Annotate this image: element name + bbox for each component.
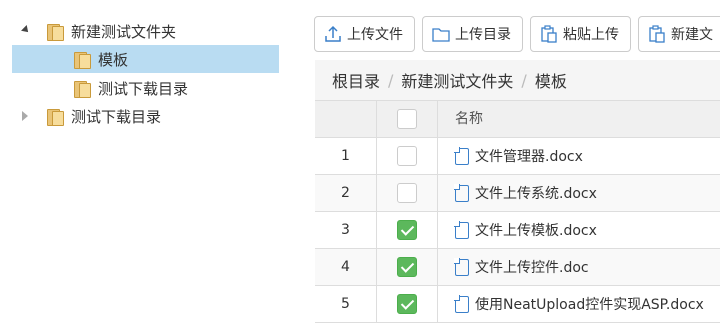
upload-dir-button[interactable]: 上传目录 [422,16,523,52]
breadcrumb-separator: / [521,70,527,90]
document-icon [454,294,469,313]
document-icon [454,257,469,276]
clipboard-icon [540,25,558,43]
upload-dir-label: 上传目录 [455,27,511,43]
breadcrumb-separator: / [388,70,394,90]
row-checkbox-checked[interactable] [397,257,417,277]
folder-icon [72,50,91,69]
select-all-checkbox[interactable] [397,109,417,129]
tree-node-label: 测试下载目录 [71,107,162,126]
breadcrumb-item-folder[interactable]: 新建测试文件夹 [401,68,513,92]
select-all-checkbox-cell [377,101,437,137]
file-name[interactable]: 文件上传控件.doc [475,257,589,277]
breadcrumb: 根目录 / 新建测试文件夹 / 模板 [315,60,720,100]
row-checkbox[interactable] [397,146,417,166]
row-checkbox-checked[interactable] [397,220,417,240]
tree-node-label: 新建测试文件夹 [71,22,177,41]
paste-upload-button[interactable]: 粘贴上传 [530,16,631,52]
folder-icon [45,107,64,126]
file-name[interactable]: 文件上传模板.docx [475,220,597,240]
tree-node-test-download-sub[interactable]: 测试下载目录 [72,74,188,102]
row-index: 2 [341,185,350,201]
table-header-row: 名称 [315,100,720,138]
file-name[interactable]: 使用NeatUpload控件实现ASP.docx [475,294,704,314]
row-index: 3 [341,222,350,238]
folder-icon [72,79,91,98]
upload-file-button[interactable]: 上传文件 [314,16,415,52]
breadcrumb-item-root[interactable]: 根目录 [332,68,380,92]
file-name[interactable]: 文件上传系统.docx [475,183,597,203]
upload-icon [324,25,342,43]
column-header-name[interactable]: 名称 [455,101,483,137]
toolbar: 上传文件 上传目录 粘贴上传 新建文 [314,16,720,52]
paste-upload-label: 粘贴上传 [563,27,619,43]
row-checkbox[interactable] [397,183,417,203]
row-checkbox-checked[interactable] [397,294,417,314]
table-row[interactable]: 5 使用NeatUpload控件实现ASP.docx [315,286,720,323]
document-icon [454,183,469,202]
tree-node-label: 测试下载目录 [98,79,189,98]
tree-node-new-test-folder[interactable]: 新建测试文件夹 [20,17,176,45]
new-folder-button[interactable]: 新建文 [638,16,720,52]
table-row[interactable]: 1 文件管理器.docx [315,138,720,175]
folder-outline-icon [432,25,450,43]
expand-arrow-icon[interactable] [21,25,31,35]
folder-icon [45,22,64,41]
row-index: 4 [341,259,350,275]
table-row[interactable]: 4 文件上传控件.doc [315,249,720,286]
tree-node-template[interactable]: 模板 [72,45,128,73]
file-name[interactable]: 文件管理器.docx [475,146,583,166]
tree-node-test-download[interactable]: 测试下载目录 [20,102,161,130]
upload-file-label: 上传文件 [347,27,403,43]
folder-tree: 新建测试文件夹 模板 测试下载目录 测试下载目录 [0,0,290,321]
tree-node-label: 模板 [98,50,129,69]
collapse-arrow-icon[interactable] [22,111,28,121]
breadcrumb-item-current: 模板 [534,72,567,91]
clipboard-icon [648,25,666,43]
new-folder-label: 新建文 [671,27,713,43]
table-row[interactable]: 2 文件上传系统.docx [315,175,720,212]
tree-selection-highlight [12,45,279,73]
row-index: 1 [341,148,350,164]
file-table: 名称 1 文件管理器.docx 2 文件上传系统.docx 3 文件上传模板.d… [315,100,720,323]
table-row[interactable]: 3 文件上传模板.docx [315,212,720,249]
document-icon [454,220,469,239]
row-index: 5 [341,296,350,312]
document-icon [454,146,469,165]
